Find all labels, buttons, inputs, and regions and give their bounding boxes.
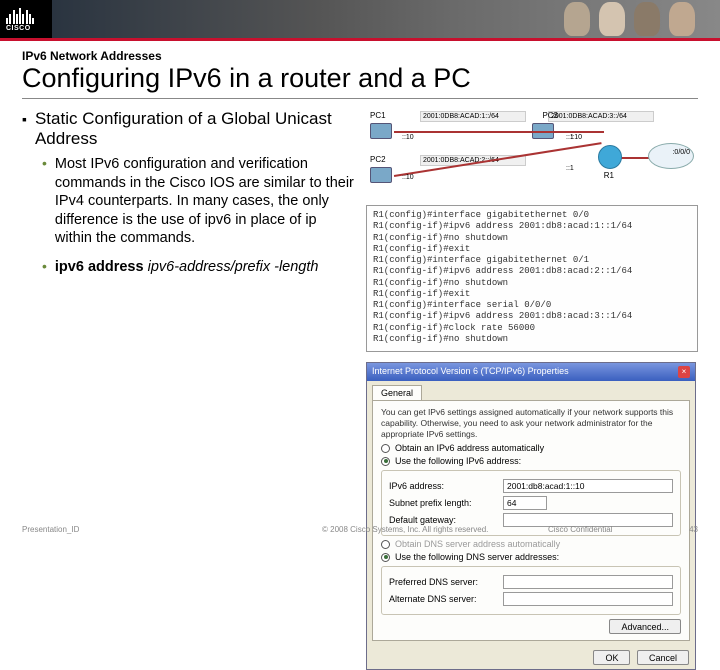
title-divider [22,98,698,99]
radio-label: Use the following IPv6 address: [395,456,521,466]
bullet-sub-2: • ipv6 address ipv6-address/prefix -leng… [42,258,354,277]
dot-bullet-icon: • [42,155,47,248]
figure-column: 2001:0DB8:ACAD:1::/64 2001:0DB8:ACAD:2::… [366,109,698,670]
label-alternate-dns: Alternate DNS server: [389,594,497,604]
bullet-main-text: Static Configuration of a Global Unicast… [35,109,354,149]
serial-label: :0/0/0 [634,149,690,156]
cli-output: R1(config)#interface gigabitethernet 0/0… [366,205,698,352]
bullet-sub-1: • Most IPv6 configuration and verificati… [42,155,354,248]
dot-bullet-icon: • [42,258,47,277]
dialog-help-text: You can get IPv6 settings assigned autom… [381,407,681,440]
field-ipv6-address[interactable]: 2001:db8:acad:1::10 [503,479,673,493]
radio-manual-address[interactable]: Use the following IPv6 address: [381,456,681,466]
cmd-keyword: ipv6 address [55,259,148,275]
dialog-title: Internet Protocol Version 6 (TCP/IPv6) P… [372,366,569,378]
ifc-addr: ::1 [566,165,574,172]
radio-label: Use the following DNS server addresses: [395,552,559,562]
dialog-tabbar: General [367,381,695,400]
cli-line: R1(config)#interface gigabitethernet 0/0 [373,210,691,221]
radio-manual-dns[interactable]: Use the following DNS server addresses: [381,552,681,562]
dialog-button-row: OK Cancel [367,646,695,669]
radio-auto-address[interactable]: Obtain an IPv6 address automatically [381,443,681,453]
link-line [394,131,604,133]
cli-line: R1(config-if)#no shutdown [373,233,691,244]
radio-label: Obtain DNS server address automatically [395,539,560,549]
network-diagram: 2001:0DB8:ACAD:1::/64 2001:0DB8:ACAD:2::… [366,109,698,197]
page-title: Configuring IPv6 in a router and a PC [22,63,698,94]
cli-line: R1(config-if)#ipv6 address 2001:db8:acad… [373,311,691,322]
cisco-logo: CISCO [0,0,52,38]
cancel-button[interactable]: Cancel [637,650,689,665]
pc2-label: PC2 [370,155,386,164]
pc1-label: PC1 [370,111,386,120]
slide-footer: Presentation_ID © 2008 Cisco Systems, In… [22,525,698,534]
bullet-main: ▪ Static Configuration of a Global Unica… [22,109,354,149]
advanced-button[interactable]: Advanced... [609,619,681,634]
cmd-args: ipv6-address/prefix -length [148,259,319,275]
radio-label: Obtain an IPv6 address automatically [395,443,544,453]
pc3-label: PC3 [542,111,558,120]
footer-presentation-id: Presentation_ID [22,525,322,534]
radio-icon [381,457,390,466]
text-column: ▪ Static Configuration of a Global Unica… [22,109,354,670]
dialog-titlebar[interactable]: Internet Protocol Version 6 (TCP/IPv6) P… [367,363,695,381]
cli-line: R1(config-if)#ipv6 address 2001:db8:acad… [373,221,691,232]
cisco-logo-bars [6,6,34,24]
label-prefix-length: Subnet prefix length: [389,498,497,508]
tab-general[interactable]: General [372,385,422,400]
square-bullet-icon: ▪ [22,109,27,149]
label-default-gateway: Default gateway: [389,515,497,525]
cli-line: R1(config-if)#no shutdown [373,334,691,345]
dialog-panel: You can get IPv6 settings assigned autom… [372,400,690,641]
section-kicker: IPv6 Network Addresses [22,49,698,63]
footer-page-number: 43 [678,525,698,534]
cli-line: R1(config-if)#ipv6 address 2001:db8:acad… [373,266,691,277]
radio-icon [381,540,390,549]
subnet-label-1: 2001:0DB8:ACAD:1::/64 [420,111,526,122]
footer-confidential: Cisco Confidential [548,525,678,534]
host-addr: ::10 [402,134,414,141]
subnet-label-3: 2001:0DB8:ACAD:3::/64 [548,111,654,122]
cloud-icon [648,143,694,169]
host-addr: ::10 [402,174,414,181]
cli-line: R1(config)#interface gigabitethernet 0/1 [373,255,691,266]
header-band: CISCO [0,0,720,38]
cli-line: R1(config)#interface serial 0/0/0 [373,300,691,311]
radio-auto-dns: Obtain DNS server address automatically [381,539,681,549]
header-photo-strip [52,0,720,38]
footer-copyright: © 2008 Cisco Systems, Inc. All rights re… [322,525,548,534]
field-prefix-length[interactable]: 64 [503,496,547,510]
router-label: R1 [604,171,614,180]
cli-line: R1(config-if)#exit [373,289,691,300]
label-ipv6-address: IPv6 address: [389,481,497,491]
router-icon [598,145,622,169]
cisco-logo-text: CISCO [6,25,34,32]
field-alternate-dns[interactable] [503,592,673,606]
label-preferred-dns: Preferred DNS server: [389,577,497,587]
dns-group: Preferred DNS server: Alternate DNS serv… [381,566,681,615]
radio-icon [381,553,390,562]
radio-icon [381,444,390,453]
bullet-sub-2-text: ipv6 address ipv6-address/prefix -length [55,258,319,277]
cli-line: R1(config-if)#no shutdown [373,278,691,289]
ipv6-properties-dialog: Internet Protocol Version 6 (TCP/IPv6) P… [366,362,696,670]
pc-icon [370,123,392,139]
host-addr: ::10 [570,134,582,141]
cli-line: R1(config-if)#clock rate 56000 [373,323,691,334]
cli-line: R1(config-if)#exit [373,244,691,255]
bullet-sub-1-text: Most IPv6 configuration and verification… [55,155,354,248]
ok-button[interactable]: OK [593,650,630,665]
close-icon[interactable]: × [678,366,690,378]
pc-icon [370,167,392,183]
field-preferred-dns[interactable] [503,575,673,589]
